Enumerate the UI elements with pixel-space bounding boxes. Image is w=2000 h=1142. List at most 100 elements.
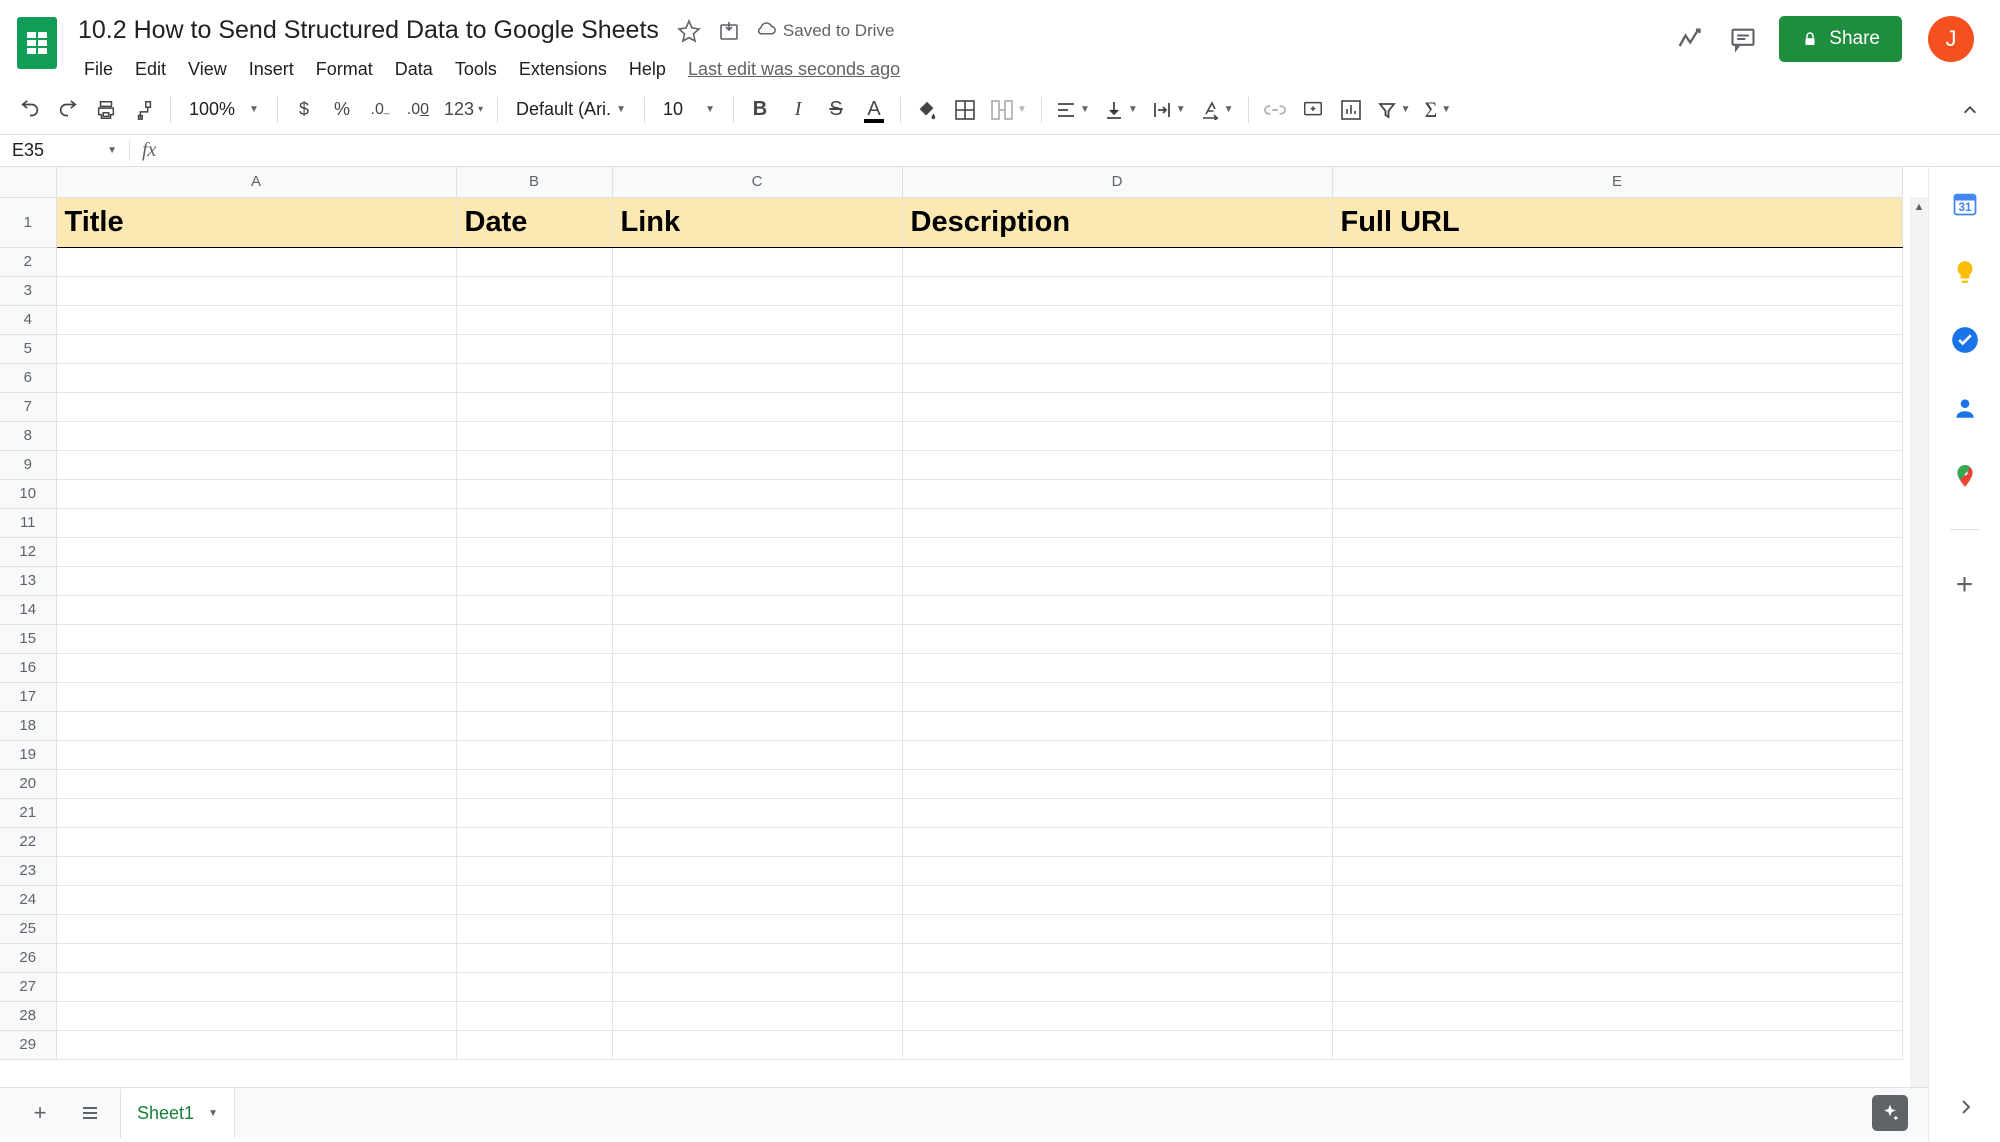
row-header-7[interactable]: 7	[0, 392, 56, 421]
cell[interactable]	[1332, 972, 1902, 1001]
cell[interactable]	[1332, 711, 1902, 740]
cell[interactable]	[456, 1030, 612, 1059]
cell[interactable]	[612, 827, 902, 856]
cell[interactable]	[1332, 856, 1902, 885]
cell[interactable]	[56, 856, 456, 885]
cell[interactable]	[612, 305, 902, 334]
grid-area[interactable]: ABCDE1TitleDateLinkDescriptionFull URL23…	[0, 167, 1928, 1142]
hide-sidepanel-button[interactable]	[1956, 1097, 1976, 1117]
cell[interactable]	[56, 363, 456, 392]
cell[interactable]	[1332, 1001, 1902, 1030]
cell[interactable]	[612, 247, 902, 276]
sheets-logo[interactable]	[10, 8, 64, 78]
row-header-24[interactable]: 24	[0, 885, 56, 914]
cell[interactable]	[612, 392, 902, 421]
cell[interactable]	[456, 392, 612, 421]
row-header-10[interactable]: 10	[0, 479, 56, 508]
cell[interactable]	[56, 392, 456, 421]
cell[interactable]	[56, 798, 456, 827]
row-header-16[interactable]: 16	[0, 653, 56, 682]
save-status[interactable]: Saved to Drive	[755, 20, 895, 42]
cell[interactable]	[902, 595, 1332, 624]
row-header-6[interactable]: 6	[0, 363, 56, 392]
cell[interactable]	[456, 566, 612, 595]
row-header-19[interactable]: 19	[0, 740, 56, 769]
cell[interactable]	[1332, 827, 1902, 856]
select-all-cell[interactable]	[0, 167, 56, 197]
cell[interactable]	[612, 1001, 902, 1030]
cell[interactable]	[456, 653, 612, 682]
cell[interactable]: Description	[902, 197, 1332, 247]
cell[interactable]	[902, 1001, 1332, 1030]
cell[interactable]	[456, 334, 612, 363]
cell[interactable]	[1332, 798, 1902, 827]
cell[interactable]	[56, 624, 456, 653]
cell[interactable]	[902, 450, 1332, 479]
undo-button[interactable]	[12, 92, 48, 128]
move-icon[interactable]	[715, 17, 743, 45]
cell[interactable]	[902, 363, 1332, 392]
col-header-E[interactable]: E	[1332, 167, 1902, 197]
fill-color-button[interactable]	[909, 92, 945, 128]
cell[interactable]	[612, 711, 902, 740]
cell[interactable]	[612, 566, 902, 595]
cell[interactable]	[902, 653, 1332, 682]
cell[interactable]	[902, 856, 1332, 885]
cell[interactable]	[902, 247, 1332, 276]
row-header-17[interactable]: 17	[0, 682, 56, 711]
cell[interactable]	[1332, 421, 1902, 450]
keep-app-icon[interactable]	[1950, 257, 1980, 287]
redo-button[interactable]	[50, 92, 86, 128]
cell[interactable]	[56, 276, 456, 305]
scroll-up-icon[interactable]: ▲	[1910, 197, 1928, 217]
cell[interactable]	[902, 537, 1332, 566]
cell[interactable]	[56, 479, 456, 508]
history-chart-icon[interactable]	[1671, 21, 1707, 57]
cell[interactable]	[456, 595, 612, 624]
cell[interactable]	[1332, 682, 1902, 711]
formula-input[interactable]	[168, 142, 2000, 160]
format-currency-button[interactable]: $	[286, 92, 322, 128]
zoom-select[interactable]: 100%▼	[179, 99, 269, 120]
row-header-1[interactable]: 1	[0, 197, 56, 247]
paint-format-button[interactable]	[126, 92, 162, 128]
font-select[interactable]: Default (Ari...▼	[506, 99, 636, 120]
cell[interactable]	[1332, 1030, 1902, 1059]
name-box[interactable]: E35▼	[0, 140, 130, 161]
cell[interactable]	[612, 508, 902, 537]
row-header-13[interactable]: 13	[0, 566, 56, 595]
row-header-15[interactable]: 15	[0, 624, 56, 653]
col-header-D[interactable]: D	[902, 167, 1332, 197]
cell[interactable]	[56, 1001, 456, 1030]
row-header-3[interactable]: 3	[0, 276, 56, 305]
document-title[interactable]: 10.2 How to Send Structured Data to Goog…	[74, 14, 663, 47]
bold-button[interactable]: B	[742, 92, 778, 128]
explore-button[interactable]	[1872, 1095, 1908, 1131]
cell[interactable]	[612, 856, 902, 885]
menu-format[interactable]: Format	[306, 53, 383, 86]
cell[interactable]	[456, 537, 612, 566]
cell[interactable]	[612, 914, 902, 943]
cell[interactable]	[612, 276, 902, 305]
cell[interactable]	[902, 943, 1332, 972]
borders-button[interactable]	[947, 92, 983, 128]
cell[interactable]	[456, 450, 612, 479]
cell[interactable]	[612, 624, 902, 653]
cell[interactable]	[56, 334, 456, 363]
cell[interactable]	[456, 508, 612, 537]
row-header-22[interactable]: 22	[0, 827, 56, 856]
cell[interactable]	[1332, 247, 1902, 276]
row-header-12[interactable]: 12	[0, 537, 56, 566]
all-sheets-button[interactable]	[70, 1093, 110, 1133]
insert-chart-button[interactable]	[1333, 92, 1369, 128]
cell[interactable]	[1332, 537, 1902, 566]
share-button[interactable]: Share	[1779, 16, 1902, 62]
col-header-B[interactable]: B	[456, 167, 612, 197]
text-color-button[interactable]: A	[856, 92, 892, 128]
decrease-decimal-button[interactable]: .0_	[362, 92, 398, 128]
cell[interactable]	[56, 943, 456, 972]
cell[interactable]	[612, 450, 902, 479]
cell[interactable]	[902, 421, 1332, 450]
comments-icon[interactable]	[1725, 21, 1761, 57]
cell[interactable]	[612, 334, 902, 363]
